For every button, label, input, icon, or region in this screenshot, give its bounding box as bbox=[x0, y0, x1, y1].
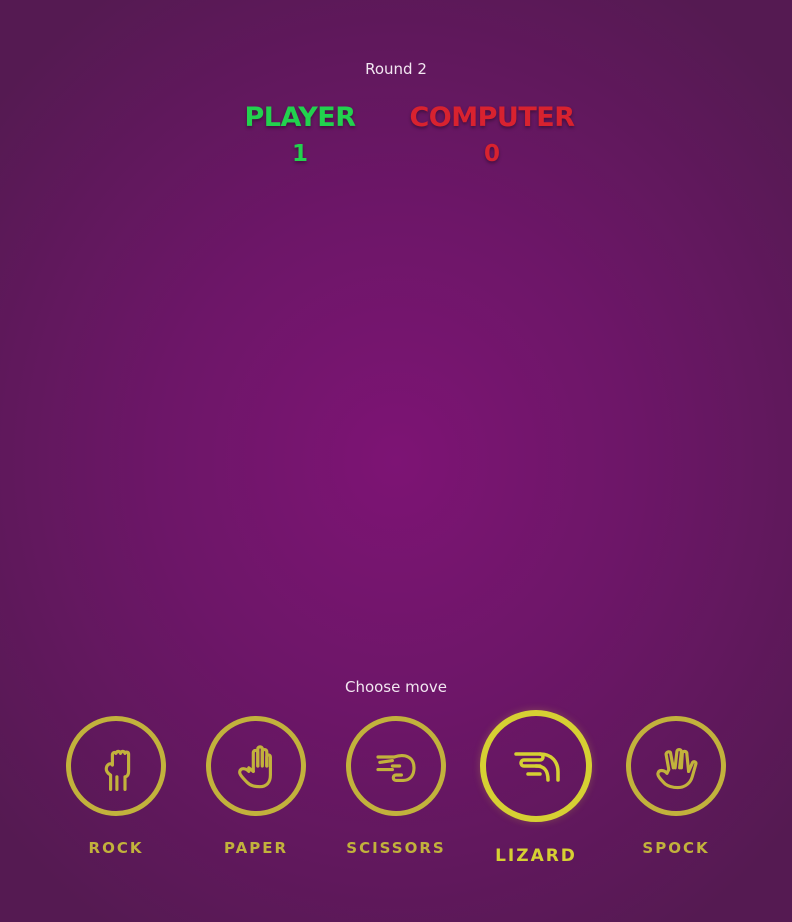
rock-ring[interactable] bbox=[66, 716, 166, 816]
computer-label: COMPUTER bbox=[409, 102, 575, 133]
scissors-label: SCISSORS bbox=[346, 839, 446, 857]
paper-hand-icon bbox=[238, 745, 272, 789]
spock-ring[interactable] bbox=[626, 716, 726, 816]
computer-score: COMPUTER 0 bbox=[402, 102, 582, 167]
computer-score-value: 0 bbox=[483, 141, 500, 167]
player-score: PLAYER 1 bbox=[240, 102, 360, 167]
rock-label: ROCK bbox=[88, 839, 144, 857]
rock-hand-icon bbox=[104, 749, 131, 791]
scissors-hand-icon bbox=[376, 754, 416, 782]
scissors-ring[interactable] bbox=[346, 716, 446, 816]
choose-move-prompt: Choose move bbox=[344, 678, 448, 696]
round-indicator: Round 2 bbox=[365, 60, 427, 78]
paper-button[interactable]: PAPER bbox=[186, 716, 326, 857]
spock-hand-icon bbox=[656, 748, 698, 790]
player-label: PLAYER bbox=[244, 102, 356, 133]
player-score-value: 1 bbox=[291, 141, 308, 167]
spock-label: SPOCK bbox=[642, 839, 710, 857]
paper-ring[interactable] bbox=[206, 716, 306, 816]
lizard-button[interactable]: LIZARD bbox=[466, 710, 606, 866]
scissors-button[interactable]: SCISSORS bbox=[326, 716, 466, 857]
spock-button[interactable]: SPOCK bbox=[606, 716, 746, 857]
rock-button[interactable]: ROCK bbox=[46, 716, 186, 857]
lizard-ring[interactable] bbox=[480, 710, 592, 822]
lizard-hand-icon bbox=[514, 752, 560, 782]
paper-label: PAPER bbox=[223, 839, 289, 857]
lizard-label: LIZARD bbox=[495, 846, 577, 866]
